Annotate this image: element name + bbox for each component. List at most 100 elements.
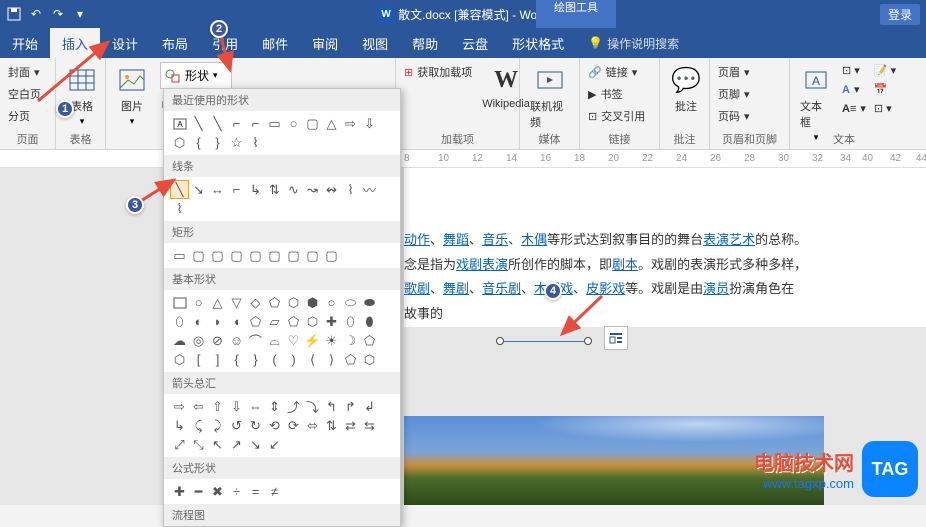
shape-b38[interactable]: }	[246, 350, 265, 369]
signature-button[interactable]: 📝 ▾	[872, 62, 898, 79]
shape-b27[interactable]: ⌒	[246, 331, 265, 350]
shape-a20[interactable]: ⇅	[322, 416, 341, 435]
shape-b15[interactable]: ◖	[227, 312, 246, 331]
shape-b31[interactable]: ☀	[322, 331, 341, 350]
shape-a22[interactable]: ⇆	[360, 416, 379, 435]
tab-shape-format[interactable]: 形状格式	[500, 28, 576, 58]
header-button[interactable]: 页眉 ▾	[716, 62, 752, 82]
link-2[interactable]: 舞蹈	[443, 232, 469, 247]
resize-handle-left[interactable]	[496, 337, 504, 345]
shape-a14[interactable]: ⤸	[208, 416, 227, 435]
link-4[interactable]: 木偶	[521, 232, 547, 247]
shape-r5[interactable]: ▢	[246, 246, 265, 265]
shape-b16[interactable]: ⬠	[246, 312, 265, 331]
shape-elbow[interactable]: ⌐	[227, 180, 246, 199]
shape-b23[interactable]: ☁	[170, 331, 189, 350]
shape-r2[interactable]: ▢	[189, 246, 208, 265]
resize-handle-right[interactable]	[584, 337, 592, 345]
shape-b21[interactable]: ⬯	[341, 312, 360, 331]
link-button[interactable]: 🔗链接 ▾	[586, 62, 647, 82]
shape-div[interactable]: ÷	[227, 482, 246, 501]
shape-b17[interactable]: ▱	[265, 312, 284, 331]
shape-elbow-double[interactable]: ⇅	[265, 180, 284, 199]
shape-curve[interactable]: ∿	[284, 180, 303, 199]
shape-hexagon[interactable]: ⬡	[170, 133, 189, 152]
tab-layout[interactable]: 布局	[150, 28, 200, 58]
shape-b20[interactable]: ✚	[322, 312, 341, 331]
shape-plus[interactable]: ✚	[170, 482, 189, 501]
shape-a9[interactable]: ↰	[322, 397, 341, 416]
pictures-button[interactable]: 图片 ▾	[112, 62, 152, 129]
link-12[interactable]: 皮影戏	[586, 281, 625, 296]
shape-line-double[interactable]: ↔	[208, 180, 227, 199]
shape-arrow[interactable]: ⇨	[341, 114, 360, 133]
shape-textbox[interactable]: A	[170, 114, 189, 133]
shape-connector2[interactable]: ⌐	[246, 114, 265, 133]
shape-a7[interactable]: ⤴	[284, 397, 303, 416]
shape-b11[interactable]: ⬬	[360, 293, 379, 312]
cover-page-button[interactable]: 封面 ▾	[6, 62, 43, 82]
link-3[interactable]: 音乐	[482, 232, 508, 247]
shape-r7[interactable]: ▢	[284, 246, 303, 265]
datetime-button[interactable]: 📅	[872, 81, 898, 98]
shape-triangle[interactable]: △	[322, 114, 341, 133]
shape-b35[interactable]: [	[189, 350, 208, 369]
shape-a12[interactable]: ↳	[170, 416, 189, 435]
shape-a23[interactable]: ⤢	[170, 435, 189, 454]
tab-cloud[interactable]: 云盘	[450, 28, 500, 58]
shape-line-straight[interactable]: ╲	[170, 180, 189, 199]
shape-b41[interactable]: ⟨	[303, 350, 322, 369]
wordart-button[interactable]: A ▾	[840, 81, 868, 98]
shape-b8[interactable]: ⬢	[303, 293, 322, 312]
shape-r3[interactable]: ▢	[208, 246, 227, 265]
shape-a6[interactable]: ⇕	[265, 397, 284, 416]
shape-a13[interactable]: ⤹	[189, 416, 208, 435]
shape-b29[interactable]: ♡	[284, 331, 303, 350]
shape-b44[interactable]: ⬡	[360, 350, 379, 369]
pagenum-button[interactable]: 页码 ▾	[716, 106, 752, 126]
shape-a28[interactable]: ↙	[265, 435, 284, 454]
text-parts-button[interactable]: ⊡ ▾	[840, 62, 868, 79]
layout-options-button[interactable]	[604, 326, 628, 350]
shape-b24[interactable]: ◎	[189, 331, 208, 350]
table-button[interactable]: 表格 ▾	[62, 62, 102, 129]
shape-line[interactable]: ╲	[189, 114, 208, 133]
link-8[interactable]: 歌剧	[404, 281, 430, 296]
shape-r9[interactable]: ▢	[322, 246, 341, 265]
shape-b25[interactable]: ⊘	[208, 331, 227, 350]
save-icon[interactable]	[6, 6, 22, 22]
tab-mailings[interactable]: 邮件	[250, 28, 300, 58]
shape-lbrace[interactable]: {	[189, 133, 208, 152]
shape-line2[interactable]: ╲	[208, 114, 227, 133]
shape-arrow2[interactable]: ⇩	[360, 114, 379, 133]
shape-a18[interactable]: ⟳	[284, 416, 303, 435]
shape-b37[interactable]: {	[227, 350, 246, 369]
shape-b42[interactable]: ⟩	[322, 350, 341, 369]
shape-b13[interactable]: ◐	[189, 312, 208, 331]
shape-a10[interactable]: ↱	[341, 397, 360, 416]
shape-a16[interactable]: ↻	[246, 416, 265, 435]
link-7[interactable]: 剧本	[612, 257, 638, 272]
shape-b19[interactable]: ⬡	[303, 312, 322, 331]
shape-freeform-line[interactable]: ⌇	[341, 180, 360, 199]
shape-a15[interactable]: ↺	[227, 416, 246, 435]
bookmark-button[interactable]: ▶书签	[586, 84, 647, 104]
shape-b1[interactable]	[170, 293, 189, 312]
blank-page-button[interactable]: 空白页	[6, 84, 43, 104]
get-addins-button[interactable]: ⊞ 获取加载项	[402, 62, 474, 82]
shape-b7[interactable]: ⬡	[284, 293, 303, 312]
shape-b4[interactable]: ▽	[227, 293, 246, 312]
link-6[interactable]: 戏剧表演	[456, 257, 508, 272]
tab-home[interactable]: 开始	[0, 28, 50, 58]
shape-a3[interactable]: ⇧	[208, 397, 227, 416]
shape-scribble[interactable]: 〰	[360, 180, 379, 199]
shape-b33[interactable]: ⬠	[360, 331, 379, 350]
shape-a4[interactable]: ⇩	[227, 397, 246, 416]
login-button[interactable]: 登录	[880, 4, 920, 25]
shape-b30[interactable]: ⚡	[303, 331, 322, 350]
shape-a1[interactable]: ⇨	[170, 397, 189, 416]
shape-a26[interactable]: ↗	[227, 435, 246, 454]
shape-elbow-arrow[interactable]: ↳	[246, 180, 265, 199]
page-break-button[interactable]: 分页	[6, 106, 43, 126]
shape-r6[interactable]: ▢	[265, 246, 284, 265]
